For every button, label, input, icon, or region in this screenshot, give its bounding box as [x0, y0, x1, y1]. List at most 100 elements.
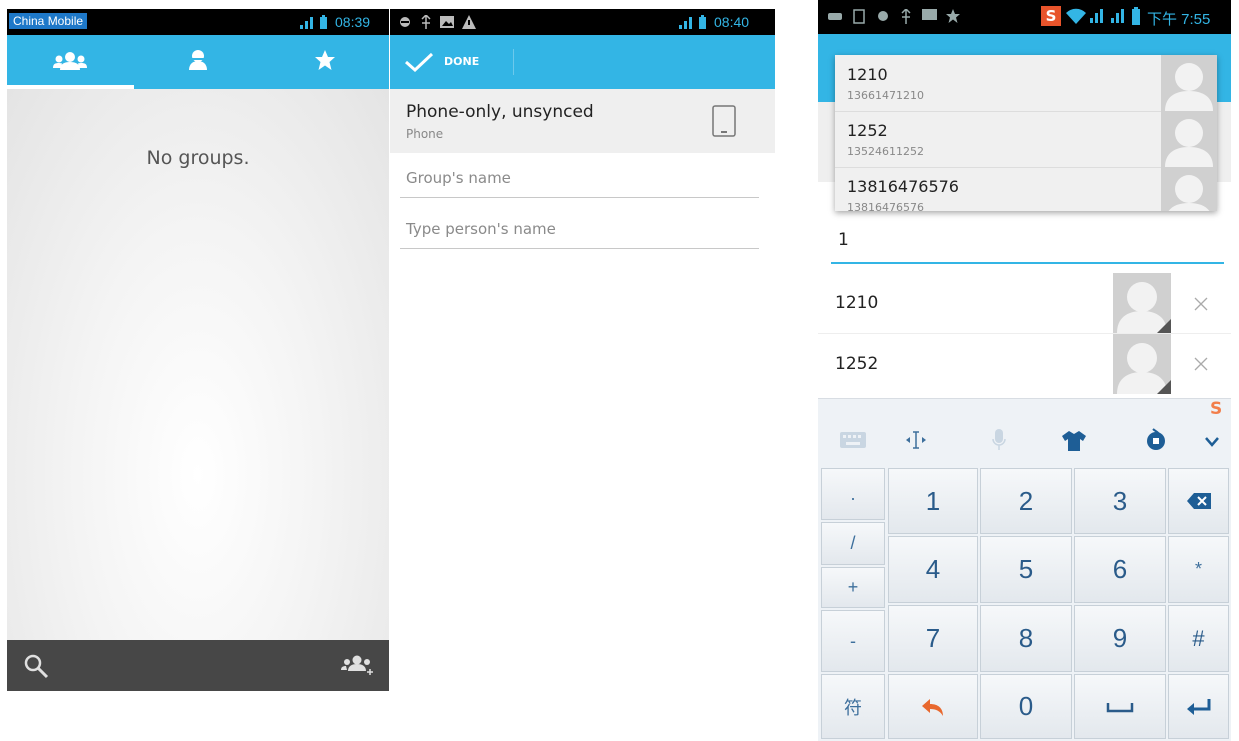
key-7[interactable]: 7 — [888, 605, 978, 672]
groups-list-area: No groups. — [7, 89, 389, 640]
usb-icon — [901, 9, 911, 24]
star-icon — [946, 9, 960, 23]
emoji-icon[interactable] — [1145, 427, 1167, 451]
member-name: 1210 — [835, 293, 879, 313]
status-bar: China Mobile 08:39 — [7, 9, 389, 35]
avatar — [1161, 111, 1217, 167]
add-group-icon[interactable] — [341, 654, 373, 678]
tab-bar — [7, 35, 389, 89]
key-0[interactable]: 0 — [980, 674, 1072, 739]
battery-icon — [1132, 7, 1140, 25]
wifi-icon — [1066, 8, 1086, 24]
status-time: 08:39 — [335, 14, 371, 30]
panel-add-members: S 下午 7:55 1210 13661471210 1252 13524611… — [818, 0, 1231, 741]
keyboard-toolbar: S — [818, 399, 1231, 465]
key-5[interactable]: 5 — [980, 536, 1072, 603]
star-icon — [315, 50, 335, 70]
suggestion-dropdown: 1210 13661471210 1252 13524611252 138164… — [835, 55, 1217, 211]
remove-icon[interactable] — [1194, 357, 1208, 371]
avatar — [1161, 55, 1217, 111]
done-label: DONE — [444, 55, 480, 68]
person-icon — [189, 50, 207, 70]
key-undo[interactable] — [888, 674, 978, 739]
carrier-label: China Mobile — [9, 13, 88, 29]
sogou-icon: S — [1210, 399, 1223, 419]
person-name-input[interactable]: Type person's name — [406, 220, 556, 238]
avatar — [1113, 273, 1171, 333]
keyboard: S . / + - 符 1 2 3 4 5 6 7 8 9 0 * # — [818, 398, 1231, 741]
suggestion-name: 1252 — [847, 121, 888, 140]
avatar — [1113, 334, 1171, 394]
bottom-action-bar — [7, 640, 389, 691]
remove-icon[interactable] — [1194, 297, 1208, 311]
account-subtitle: Phone — [406, 127, 444, 141]
message-icon — [828, 13, 842, 20]
battery-icon — [320, 15, 327, 29]
key-3[interactable]: 3 — [1074, 468, 1166, 534]
member-search-input[interactable]: 1 — [838, 230, 849, 250]
suggestion-number: 13661471210 — [847, 89, 924, 102]
usb-debug-icon — [400, 17, 410, 27]
sogou-icon: S — [1041, 6, 1061, 26]
empty-message: No groups. — [146, 147, 250, 169]
people-icon — [53, 52, 87, 70]
suggestion-item[interactable]: 13816476576 13816476576 — [835, 167, 1217, 211]
panel-groups: China Mobile 08:39 No groups. — [7, 9, 389, 691]
usb-debug-icon — [878, 11, 888, 21]
key-space[interactable] — [1074, 674, 1166, 739]
key-symbols[interactable]: 符 — [821, 674, 885, 739]
key-backspace[interactable] — [1168, 468, 1229, 534]
account-title: Phone-only, unsynced — [406, 102, 594, 122]
keyboard-icon[interactable] — [840, 432, 866, 448]
backspace-icon — [1186, 493, 1211, 509]
key-9[interactable]: 9 — [1074, 605, 1166, 672]
chat-icon — [922, 9, 937, 20]
key-slash[interactable]: / — [821, 522, 885, 565]
status-time: 08:40 — [714, 14, 750, 30]
suggestion-number: 13524611252 — [847, 145, 924, 158]
search-icon[interactable] — [23, 653, 49, 679]
group-name-input[interactable]: Group's name — [406, 169, 511, 187]
warning-icon — [462, 15, 476, 29]
signal-icon — [300, 17, 313, 29]
image-icon — [440, 16, 454, 28]
chevron-down-icon[interactable] — [1205, 437, 1219, 447]
suggestion-item[interactable]: 1252 13524611252 — [835, 111, 1217, 168]
done-button[interactable]: DONE — [390, 35, 514, 89]
key-star[interactable]: * — [1168, 536, 1229, 603]
tab-contacts[interactable] — [134, 35, 261, 89]
undo-icon — [922, 698, 943, 716]
checkmark-icon — [405, 52, 434, 72]
phone-device-icon — [712, 105, 736, 137]
key-1[interactable]: 1 — [888, 468, 978, 534]
key-minus[interactable]: - — [821, 610, 885, 672]
key-8[interactable]: 8 — [980, 605, 1072, 672]
key-2[interactable]: 2 — [980, 468, 1072, 534]
status-bar: 08:40 — [390, 9, 775, 35]
key-hash[interactable]: # — [1168, 605, 1229, 672]
cursor-icon[interactable] — [905, 431, 927, 449]
suggestion-name: 13816476576 — [847, 177, 959, 196]
shirt-icon[interactable] — [1062, 431, 1086, 451]
status-bar: S 下午 7:55 — [818, 0, 1231, 34]
mic-icon[interactable] — [992, 429, 1006, 451]
enter-icon — [1186, 698, 1210, 715]
key-plus[interactable]: + — [821, 567, 885, 608]
member-row: 1252 — [818, 334, 1231, 394]
action-bar: DONE — [390, 35, 775, 89]
space-icon — [1106, 702, 1134, 712]
tab-favorites[interactable] — [261, 35, 389, 89]
member-name: 1252 — [835, 354, 879, 374]
key-4[interactable]: 4 — [888, 536, 978, 603]
signal-icon-2 — [1111, 9, 1124, 23]
tab-groups[interactable] — [7, 35, 134, 89]
panel-new-group: 08:40 DONE Phone-only, unsynced Phone Gr… — [390, 9, 775, 691]
battery-icon — [699, 15, 706, 29]
account-row[interactable]: Phone-only, unsynced Phone — [390, 89, 775, 153]
avatar — [1161, 167, 1217, 211]
key-dot[interactable]: . — [821, 468, 885, 520]
signal-icon — [679, 17, 692, 29]
key-enter[interactable] — [1168, 674, 1229, 739]
key-6[interactable]: 6 — [1074, 536, 1166, 603]
suggestion-item[interactable]: 1210 13661471210 — [835, 55, 1217, 112]
